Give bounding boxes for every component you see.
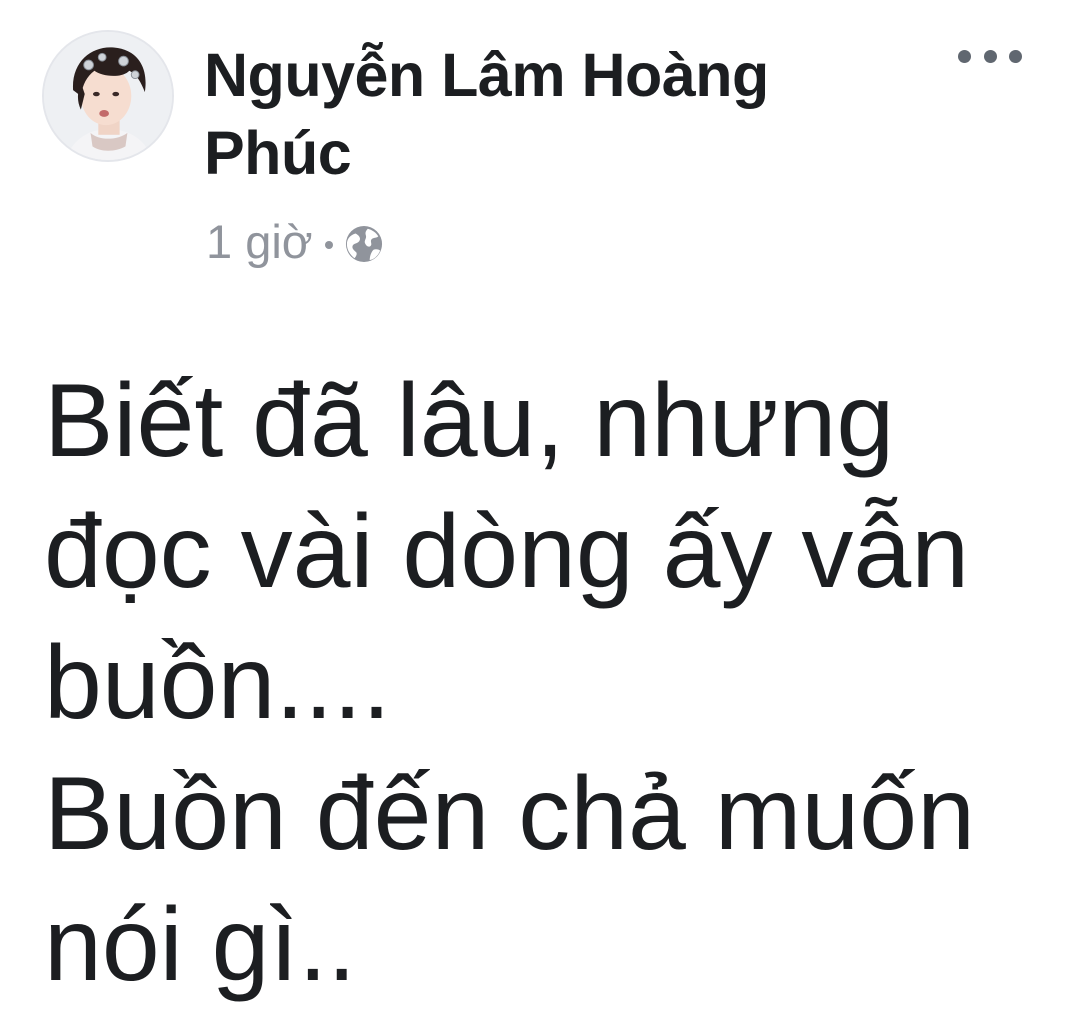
avatar-photo [44,32,172,160]
post-card: Nguyễn Lâm Hoàng Phúc 1 giờ Biết đã lâu,… [0,0,1080,1016]
globe-icon[interactable] [345,225,383,263]
more-horizontal-icon [958,49,971,63]
more-options-button[interactable] [958,40,1022,72]
author-avatar[interactable] [42,30,174,162]
more-horizontal-icon [1009,49,1022,63]
author-name[interactable]: Nguyễn Lâm Hoàng Phúc [204,36,884,192]
post-meta: 1 giờ [206,214,383,270]
post-timestamp[interactable]: 1 giờ [206,214,313,270]
post-body-text: Biết đã lâu, nhưng đọc vài dòng ấy vẫn b… [44,363,975,1003]
meta-separator [324,241,333,249]
more-horizontal-icon [983,49,997,63]
